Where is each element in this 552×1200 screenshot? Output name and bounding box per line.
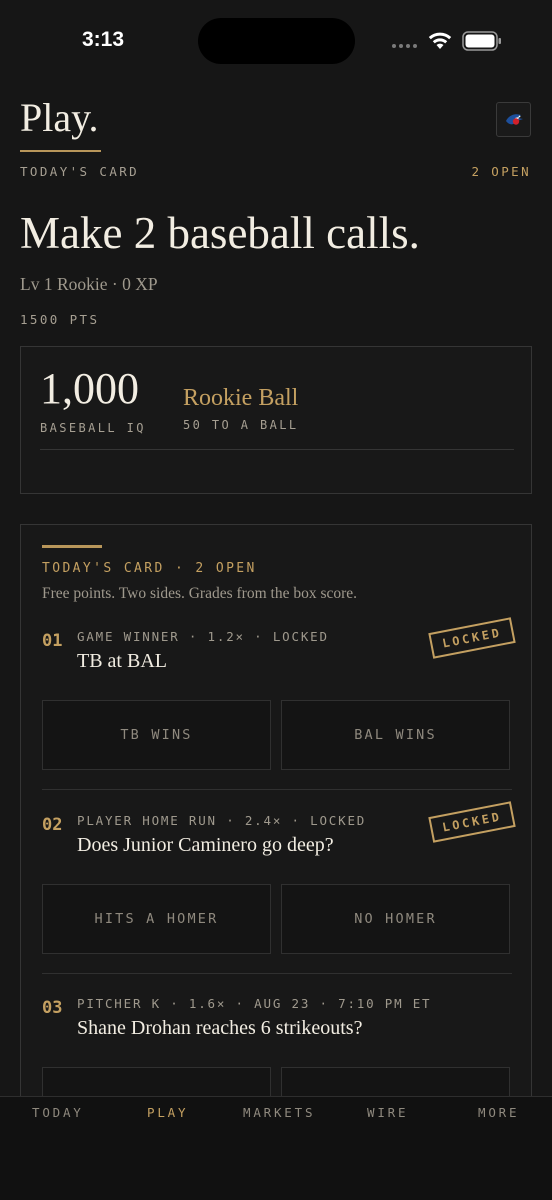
option-tb-wins-button[interactable]: TB WINS (42, 700, 271, 770)
tier-subtitle: 50 TO A BALL (183, 418, 299, 432)
status-bar: 3:13 (0, 0, 552, 80)
todays-card-panel: TODAY'S CARD · 2 OPEN Free points. Two s… (20, 524, 532, 1144)
call-question: Does Junior Caminero go deep? (77, 834, 334, 856)
call-question: TB at BAL (77, 650, 167, 672)
points-total: 1500 PTS (20, 312, 100, 327)
tier-name: Rookie Ball (183, 385, 299, 411)
nav-item-today[interactable]: TODAY (32, 1105, 84, 1120)
section-label: TODAY'S CARD (20, 164, 140, 179)
option-bal-wins-button[interactable]: BAL WINS (281, 700, 510, 770)
dynamic-island (198, 18, 355, 64)
iq-value: 1,000 (40, 364, 139, 413)
call-meta: PLAYER HOME RUN · 2.4× · LOCKED (77, 813, 367, 828)
team-logo-button[interactable] (496, 102, 531, 137)
divider (40, 449, 514, 450)
iq-label: BASEBALL IQ (40, 421, 146, 435)
divider (42, 973, 512, 974)
locked-stamp: LOCKED (428, 801, 516, 843)
call-number: 02 (42, 815, 63, 835)
card-description: Free points. Two sides. Grades from the … (42, 585, 358, 602)
bottom-nav: TODAY PLAY MARKETS WIRE MORE (0, 1096, 552, 1200)
locked-stamp: LOCKED (428, 617, 516, 659)
page-title: Play. (20, 95, 99, 140)
iq-panel: 1,000 BASEBALL IQ Rookie Ball 50 TO A BA… (20, 346, 532, 494)
call-question: Shane Drohan reaches 6 strikeouts? (77, 1017, 363, 1039)
call-meta: PITCHER K · 1.6× · AUG 23 · 7:10 PM ET (77, 996, 432, 1011)
call-meta: GAME WINNER · 1.2× · LOCKED (77, 629, 329, 644)
status-time: 3:13 (82, 28, 125, 51)
wifi-icon (428, 32, 452, 49)
cellular-signal-icon (392, 44, 417, 48)
option-no-homer-button[interactable]: NO HOMER (281, 884, 510, 954)
nav-item-wire[interactable]: WIRE (367, 1105, 408, 1120)
option-hits-homer-button[interactable]: HITS A HOMER (42, 884, 271, 954)
headline: Make 2 baseball calls. (20, 208, 420, 258)
card-accent-rule (42, 545, 102, 548)
open-count: 2 OPEN (471, 164, 531, 179)
nav-item-markets[interactable]: MARKETS (243, 1105, 315, 1120)
card-label: TODAY'S CARD · 2 OPEN (42, 561, 257, 576)
blue-jays-logo-icon (505, 113, 523, 125)
divider (42, 789, 512, 790)
nav-item-play[interactable]: PLAY (147, 1105, 188, 1120)
title-underline (20, 150, 101, 152)
call-number: 03 (42, 998, 63, 1018)
battery-icon (462, 31, 501, 51)
call-number: 01 (42, 631, 63, 651)
nav-item-more[interactable]: MORE (478, 1105, 519, 1120)
level-info: Lv 1 Rookie · 0 XP (20, 274, 158, 294)
